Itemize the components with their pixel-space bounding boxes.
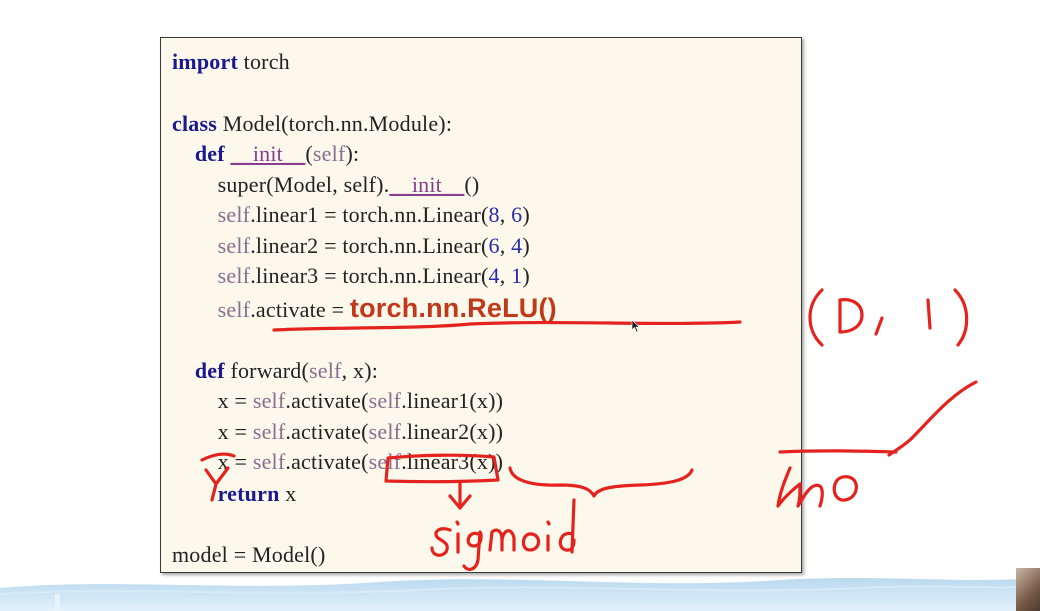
code-token: .linear3 = torch.nn.Linear( bbox=[250, 263, 489, 288]
code-token: x = bbox=[172, 388, 253, 413]
code-token: 6 bbox=[488, 233, 500, 258]
code-token: , bbox=[499, 202, 512, 227]
code-token: def bbox=[194, 141, 225, 166]
code-token: self bbox=[368, 388, 402, 413]
code-token: def bbox=[194, 358, 225, 383]
code-token: 8 bbox=[488, 202, 500, 227]
code-token: .activate( bbox=[285, 419, 369, 444]
code-token: class bbox=[172, 111, 217, 136]
code-token: , bbox=[499, 233, 512, 258]
code-token: forward( bbox=[224, 358, 310, 383]
code-token: .activate( bbox=[285, 388, 369, 413]
code-token: .linear2 = torch.nn.Linear( bbox=[250, 233, 489, 258]
code-line: self.linear3 = torch.nn.Linear(4, 1) bbox=[172, 262, 530, 290]
ln-zero bbox=[832, 475, 858, 502]
code-line: super(Model, self).__init__() bbox=[172, 171, 480, 199]
code-line: def __init__(self): bbox=[172, 140, 359, 168]
code-token: self bbox=[217, 297, 251, 322]
code-line: class Model(torch.nn.Module): bbox=[172, 110, 452, 138]
arrow-curve bbox=[887, 380, 978, 457]
paren-right bbox=[953, 288, 969, 347]
code-token: , x): bbox=[341, 358, 379, 383]
code-token: 1 bbox=[511, 263, 523, 288]
paren-left bbox=[808, 288, 824, 347]
code-token: ) bbox=[522, 202, 530, 227]
digit-zero bbox=[838, 298, 864, 334]
code-token: self bbox=[252, 388, 286, 413]
code-token: x bbox=[279, 481, 297, 506]
code-token: self bbox=[217, 202, 251, 227]
bottom-wave-decoration bbox=[0, 578, 1040, 611]
code-line: model = Model() bbox=[172, 541, 326, 569]
code-token: model = Model() bbox=[172, 542, 326, 567]
code-token: , bbox=[499, 263, 512, 288]
code-token: self bbox=[309, 358, 342, 383]
code-token: x = bbox=[172, 419, 253, 444]
code-token: __init__ bbox=[389, 172, 465, 197]
code-line: return x bbox=[172, 480, 297, 508]
code-token: torch bbox=[237, 49, 290, 74]
code-token: Model(torch.nn.Module): bbox=[217, 111, 453, 136]
relu-highlight: torch.nn.ReLU() bbox=[349, 293, 557, 323]
code-token: x = bbox=[172, 449, 253, 474]
code-token: 6 bbox=[511, 202, 523, 227]
code-line: self.activate = torch.nn.ReLU() bbox=[172, 294, 557, 322]
code-token: import bbox=[172, 49, 238, 74]
code-panel: import torch class Model(torch.nn.Module)… bbox=[160, 37, 802, 573]
code-line: x = self.activate(self.linear2(x)) bbox=[172, 418, 503, 446]
code-token: ) bbox=[522, 233, 530, 258]
code-token: self bbox=[368, 419, 402, 444]
corner-image-fragment bbox=[1016, 568, 1040, 611]
code-token: ( bbox=[305, 141, 313, 166]
code-token: self bbox=[252, 419, 286, 444]
code-token: .linear1(x)) bbox=[401, 388, 504, 413]
mouse-cursor-icon bbox=[631, 319, 641, 333]
code-token: self bbox=[252, 449, 286, 474]
code-token: 4 bbox=[488, 263, 500, 288]
code-token: () bbox=[464, 172, 480, 197]
code-token: ) bbox=[522, 263, 530, 288]
code-line: self.linear2 = torch.nn.Linear(6, 4) bbox=[172, 232, 530, 260]
code-token: self bbox=[217, 233, 251, 258]
code-token: super(Model, self). bbox=[172, 172, 390, 197]
code-token: return bbox=[217, 481, 280, 506]
digit-one bbox=[926, 298, 932, 330]
code-line: def forward(self, x): bbox=[172, 357, 378, 385]
code-token: ): bbox=[345, 141, 360, 166]
code-token: self bbox=[217, 263, 251, 288]
code-token: self bbox=[312, 141, 346, 166]
code-line: x = self.activate(self.linear3(x)) bbox=[172, 448, 503, 476]
code-token: __init__ bbox=[230, 141, 306, 166]
code-line: x = self.activate(self.linear1(x)) bbox=[172, 387, 503, 415]
code-line: self.linear1 = torch.nn.Linear(8, 6) bbox=[172, 201, 530, 229]
code-token: 4 bbox=[511, 233, 523, 258]
comma bbox=[874, 316, 884, 336]
code-line: import torch bbox=[172, 48, 290, 76]
code-token: .activate = bbox=[250, 297, 350, 322]
code-token: .activate( bbox=[285, 449, 369, 474]
code-token: self bbox=[368, 449, 402, 474]
code-token: .linear2(x)) bbox=[401, 419, 504, 444]
code-token: .linear3(x)) bbox=[401, 449, 504, 474]
code-token: .linear1 = torch.nn.Linear( bbox=[250, 202, 489, 227]
